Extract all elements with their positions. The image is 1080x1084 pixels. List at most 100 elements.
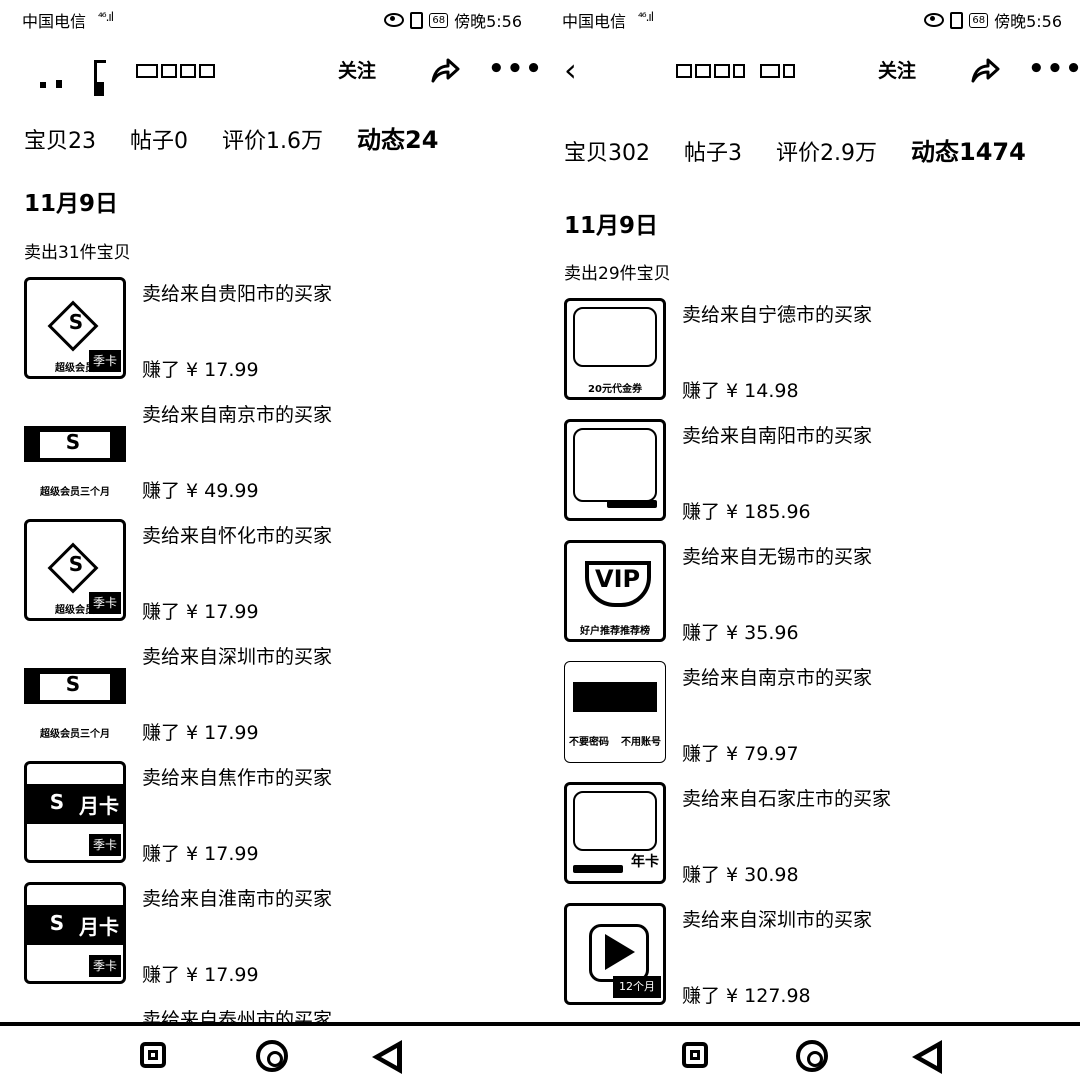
home-icon[interactable] — [796, 1040, 828, 1072]
list-item[interactable]: S 月卡 季卡 卖给来自焦作市的买家 赚了 ¥ 17.99 — [24, 761, 540, 882]
item-thumbnail[interactable]: 年卡 — [564, 782, 666, 884]
system-nav-bar — [0, 1022, 1080, 1084]
item-thumbnail[interactable]: S 月卡 季卡 — [24, 882, 126, 984]
sold-count: 卖出29件宝贝 — [564, 264, 671, 284]
list-item[interactable]: VIP 好户推荐推荐榜 卖给来自无锡市的买家 赚了 ¥ 35.96 — [564, 540, 1080, 661]
more-icon[interactable]: ••• — [488, 54, 540, 84]
item-thumbnail[interactable]: 20元代金券 — [564, 298, 666, 400]
item-earnings: 赚了 ¥ 79.97 — [682, 743, 799, 765]
status-time: 傍晚5:56 — [454, 12, 522, 31]
avatar[interactable] — [36, 54, 106, 96]
item-thumbnail[interactable]: 12个月 — [564, 903, 666, 1005]
sold-items-list: 20元代金券 卖给来自宁德市的买家 赚了 ¥ 14.98 卖给来自南阳市的买家 … — [564, 298, 1080, 1022]
back-arrow-icon[interactable]: ‹ — [564, 54, 577, 86]
tab-activity[interactable]: 动态24 — [357, 120, 438, 155]
right-screenshot: 中国电信 ⁴⁶.ıl 68 傍晚5:56 ‹ 关注 ••• 宝贝302 帖子3 … — [540, 0, 1080, 1022]
battery-icon: 68 — [429, 12, 449, 28]
battery-icon: 68 — [969, 12, 989, 28]
shop-tabs: 宝贝302 帖子3 评价2.9万 动态1474 — [564, 132, 1080, 167]
item-earnings: 赚了 ¥ 14.98 — [682, 380, 799, 402]
item-earnings: 赚了 ¥ 17.99 — [142, 601, 259, 623]
vibrate-icon — [410, 11, 424, 29]
item-thumbnail[interactable]: S 超级会员 季卡 — [24, 277, 126, 379]
tab-activity[interactable]: 动态1474 — [911, 132, 1026, 167]
status-bar: 中国电信 ⁴⁶.ıl 68 傍晚5:56 — [562, 6, 1062, 32]
list-item[interactable]: 12个月 卖给来自深圳市的买家 赚了 ¥ 127.98 — [564, 903, 1080, 1022]
activity-date: 11月9日 — [24, 191, 119, 217]
tab-posts[interactable]: 帖子3 — [684, 135, 742, 167]
item-title: 卖给来自无锡市的买家 — [682, 546, 873, 568]
item-thumbnail[interactable]: 不要密码 不用账号 — [564, 661, 666, 763]
back-icon[interactable] — [372, 1040, 402, 1074]
item-thumbnail[interactable] — [564, 419, 666, 521]
list-item[interactable]: S 超级会员 季卡 卖给来自贵阳市的买家 赚了 ¥ 17.99 — [24, 277, 540, 398]
home-icon[interactable] — [256, 1040, 288, 1072]
sold-count: 卖出31件宝贝 — [24, 243, 131, 263]
list-item[interactable]: 不要密码 不用账号 卖给来自南京市的买家 赚了 ¥ 79.97 — [564, 661, 1080, 782]
list-item[interactable]: S 超级会员三个月 卖给来自南京市的买家 赚了 ¥ 49.99 — [24, 398, 540, 519]
eye-comfort-icon — [924, 13, 945, 27]
tab-reviews[interactable]: 评价2.9万 — [776, 135, 877, 167]
follow-label: 关注 — [338, 60, 377, 82]
follow-button[interactable]: 关注 — [878, 56, 916, 83]
recent-apps-icon[interactable] — [682, 1042, 708, 1068]
item-title: 卖给来自泰州市的买家 — [142, 1009, 333, 1022]
list-item[interactable]: S 超级会员 季卡 卖给来自怀化市的买家 赚了 ¥ 17.99 — [24, 519, 540, 640]
tab-reviews[interactable]: 评价1.6万 — [222, 123, 323, 155]
activity-date: 11月9日 — [564, 213, 659, 239]
item-title: 卖给来自南京市的买家 — [142, 404, 333, 426]
status-time: 傍晚5:56 — [994, 12, 1062, 31]
item-thumbnail[interactable]: S 超级会员三个月 — [24, 640, 126, 742]
eye-comfort-icon — [384, 13, 405, 27]
follow-button[interactable]: 关注 — [338, 56, 376, 83]
item-earnings: 赚了 ¥ 17.99 — [142, 359, 259, 381]
item-title: 卖给来自石家庄市的买家 — [682, 788, 892, 810]
item-thumbnail[interactable]: VIP 好户推荐推荐榜 — [564, 540, 666, 642]
item-title: 卖给来自怀化市的买家 — [142, 525, 333, 547]
item-thumbnail[interactable] — [24, 1003, 126, 1022]
item-earnings: 赚了 ¥ 185.96 — [682, 501, 811, 523]
shop-tabs: 宝贝23 帖子0 评价1.6万 动态24 — [24, 120, 540, 155]
signal-icon: ⁴⁶.ıl — [98, 10, 114, 24]
vibrate-icon — [950, 11, 964, 29]
shop-header: ‹ 关注 ••• — [540, 48, 1080, 96]
more-icon[interactable]: ••• — [1028, 54, 1080, 84]
carrier-label: 中国电信 — [22, 12, 87, 31]
list-item[interactable]: S 月卡 季卡 卖给来自淮南市的买家 赚了 ¥ 17.99 — [24, 882, 540, 1003]
list-item[interactable]: 卖给来自南阳市的买家 赚了 ¥ 185.96 — [564, 419, 1080, 540]
item-earnings: 赚了 ¥ 35.96 — [682, 622, 799, 644]
item-title: 卖给来自南京市的买家 — [682, 667, 873, 689]
item-earnings: 赚了 ¥ 17.99 — [142, 964, 259, 986]
tab-posts[interactable]: 帖子0 — [130, 123, 188, 155]
tab-items[interactable]: 宝贝23 — [24, 123, 96, 155]
signal-icon: ⁴⁶.ıl — [638, 10, 654, 24]
item-earnings: 赚了 ¥ 30.98 — [682, 864, 799, 886]
list-item[interactable]: 20元代金券 卖给来自宁德市的买家 赚了 ¥ 14.98 — [564, 298, 1080, 419]
item-earnings: 赚了 ¥ 17.99 — [142, 722, 259, 744]
carrier-label: 中国电信 — [562, 12, 627, 31]
item-thumbnail[interactable]: S 超级会员 季卡 — [24, 519, 126, 621]
item-earnings: 赚了 ¥ 49.99 — [142, 480, 259, 502]
share-icon[interactable] — [430, 56, 460, 84]
list-item[interactable]: 年卡 卖给来自石家庄市的买家 赚了 ¥ 30.98 — [564, 782, 1080, 903]
item-earnings: 赚了 ¥ 127.98 — [682, 985, 811, 1007]
item-earnings: 赚了 ¥ 17.99 — [142, 843, 259, 865]
item-title: 卖给来自深圳市的买家 — [682, 909, 873, 931]
tab-items[interactable]: 宝贝302 — [564, 135, 650, 167]
share-icon[interactable] — [970, 56, 1000, 84]
follow-label: 关注 — [878, 60, 917, 82]
shop-header: 关注 ••• — [0, 48, 540, 96]
item-thumbnail[interactable]: S 月卡 季卡 — [24, 761, 126, 863]
back-icon[interactable] — [912, 1040, 942, 1074]
status-bar: 中国电信 ⁴⁶.ıl 68 傍晚5:56 — [22, 6, 522, 32]
item-title: 卖给来自焦作市的买家 — [142, 767, 333, 789]
item-title: 卖给来自淮南市的买家 — [142, 888, 333, 910]
item-thumbnail[interactable]: S 超级会员三个月 — [24, 398, 126, 500]
shop-name-redacted — [136, 64, 215, 78]
item-title: 卖给来自南阳市的买家 — [682, 425, 873, 447]
recent-apps-icon[interactable] — [140, 1042, 166, 1068]
list-item[interactable]: 卖给来自泰州市的买家 — [24, 1003, 540, 1022]
item-title: 卖给来自宁德市的买家 — [682, 304, 873, 326]
left-screenshot: 中国电信 ⁴⁶.ıl 68 傍晚5:56 关注 ••• 宝贝23 帖子0 评价1… — [0, 0, 540, 1022]
list-item[interactable]: S 超级会员三个月 卖给来自深圳市的买家 赚了 ¥ 17.99 — [24, 640, 540, 761]
